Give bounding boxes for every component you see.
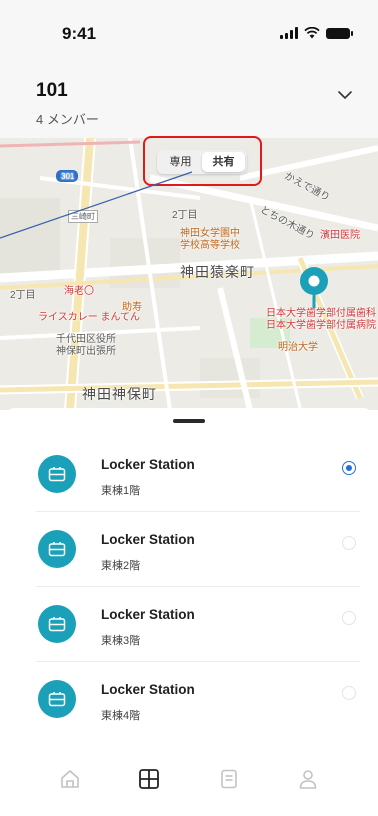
tab-list[interactable] xyxy=(209,762,249,796)
locker-icon xyxy=(38,455,76,493)
sansho-label: 三崎町 xyxy=(68,210,98,223)
wifi-icon xyxy=(304,27,320,39)
home-icon xyxy=(60,770,79,788)
locker-icon xyxy=(38,680,76,718)
locker-floor: 東棟3階 xyxy=(101,635,141,647)
tab-lockers[interactable] xyxy=(129,762,169,796)
curry-label: ライスカレー まんてん xyxy=(38,312,140,323)
locker-name: Locker Station xyxy=(101,457,195,472)
status-time: 9:41 xyxy=(62,24,97,43)
locker-floor: 東棟4階 xyxy=(101,710,141,722)
list-icon xyxy=(220,769,237,789)
battery-icon xyxy=(326,27,353,39)
sheet-drag-handle[interactable] xyxy=(173,419,205,423)
map-label-jimbocho: 神田神保町 xyxy=(82,386,157,402)
map-label-sarugaku: 神田猿楽町 xyxy=(180,264,255,280)
map-label-2chome-left: 2丁目 xyxy=(10,290,36,301)
room-title: 101 xyxy=(36,80,68,101)
locker-name: Locker Station xyxy=(101,532,195,547)
bottom-tab-bar xyxy=(0,748,378,816)
member-count: 4 メンバー xyxy=(36,112,99,127)
location-pin-icon[interactable] xyxy=(297,264,331,310)
grid-icon xyxy=(139,769,160,789)
hamada-hospital-label: 濱田医院 xyxy=(320,230,360,241)
locker-radio-selected[interactable] xyxy=(342,461,356,475)
locker-name: Locker Station xyxy=(101,682,195,697)
ebirou-label: 海老〇 xyxy=(64,286,94,297)
locker-name: Locker Station xyxy=(101,607,195,622)
status-bar: 9:41 xyxy=(0,0,378,60)
locker-list-item[interactable]: Locker Station 東棟3階 xyxy=(36,587,360,662)
locker-floor: 東棟2階 xyxy=(101,560,141,572)
chevron-down-icon xyxy=(338,91,352,100)
route-301-label: 301 xyxy=(61,172,75,181)
status-icons xyxy=(280,27,353,39)
locker-radio[interactable] xyxy=(342,611,356,625)
univ-med-label-2: 日本大学歯学部付属病院 xyxy=(266,320,376,331)
ward-office-label-2: 神保町出張所 xyxy=(56,346,116,357)
meiji-univ-label: 明治大学 xyxy=(278,342,318,353)
locker-radio[interactable] xyxy=(342,536,356,550)
locker-list: Locker Station 東棟1階 Locker Station 東棟2階 … xyxy=(0,437,378,737)
header: 9:41 101 4 メンバー xyxy=(0,0,378,138)
locker-icon xyxy=(38,530,76,568)
user-icon xyxy=(299,770,317,789)
locker-radio[interactable] xyxy=(342,686,356,700)
tab-home[interactable] xyxy=(50,762,90,796)
locker-list-item[interactable]: Locker Station 東棟4階 xyxy=(36,662,360,737)
locker-icon xyxy=(38,605,76,643)
school-label-2: 学校高等学校 xyxy=(180,240,240,251)
toggle-highlight-box xyxy=(143,136,262,186)
locker-list-item[interactable]: Locker Station 東棟1階 xyxy=(36,437,360,512)
cellular-signal-icon xyxy=(280,27,298,39)
map-label-2chome-top: 2丁目 xyxy=(172,210,198,221)
locker-list-item[interactable]: Locker Station 東棟2階 xyxy=(36,512,360,587)
locker-floor: 東棟1階 xyxy=(101,485,141,497)
tab-profile[interactable] xyxy=(288,762,328,796)
room-dropdown-button[interactable] xyxy=(334,86,356,104)
